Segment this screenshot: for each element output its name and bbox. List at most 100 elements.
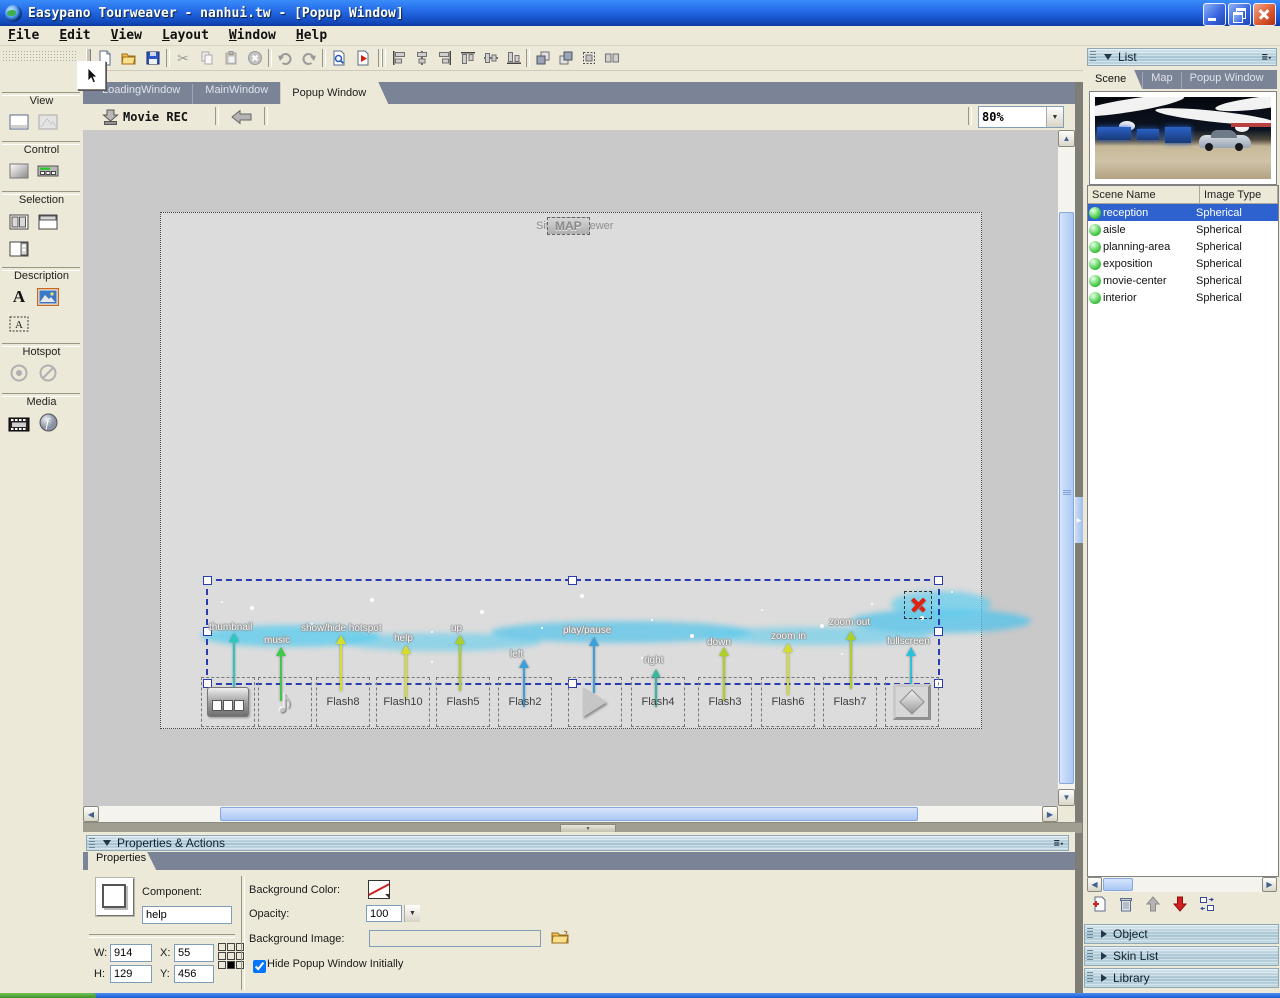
flash2-component-button[interactable]: Flash2 xyxy=(498,677,552,727)
site-map-element[interactable]: Site MAP viewer xyxy=(536,215,613,237)
reorder-scenes-icon[interactable] xyxy=(1197,895,1217,913)
menu-window[interactable]: Window xyxy=(229,28,276,43)
scroll-left-button[interactable]: ◀ xyxy=(83,806,99,822)
thumbnail-component-button[interactable] xyxy=(201,677,255,727)
move-up-icon[interactable] xyxy=(1143,895,1163,913)
scene-row-movie-center[interactable]: movie-center Spherical xyxy=(1088,272,1278,289)
properties-header[interactable]: Properties & Actions ≡▾ xyxy=(86,835,1069,851)
taskbar[interactable] xyxy=(0,993,1280,998)
image-tool-icon[interactable] xyxy=(36,286,60,308)
scroll-right-button[interactable]: ▶ xyxy=(1042,806,1058,822)
hide-popup-checkbox[interactable] xyxy=(253,960,266,973)
scroll-down-button[interactable]: ▼ xyxy=(1058,789,1075,806)
browse-folder-icon[interactable] xyxy=(549,928,571,946)
movie-tool-icon[interactable] xyxy=(7,413,31,435)
label-zoom-out[interactable]: zoom out xyxy=(829,617,870,628)
hotspot-link-icon[interactable] xyxy=(36,362,60,384)
height-input[interactable] xyxy=(110,965,152,983)
select-area-icon[interactable] xyxy=(578,47,600,69)
movie-rec-button[interactable]: Movie REC xyxy=(96,107,194,127)
control-panel-tool-icon[interactable] xyxy=(7,160,31,182)
preview-icon[interactable] xyxy=(328,47,350,69)
menu-layout[interactable]: Layout xyxy=(162,28,209,43)
column-scene-name[interactable]: Scene Name xyxy=(1088,186,1200,204)
scene-scroll-left-button[interactable]: ◀ xyxy=(1087,877,1102,892)
tab-main-window[interactable]: MainWindow xyxy=(192,84,280,104)
copy-icon[interactable] xyxy=(196,47,218,69)
music-component-button[interactable]: ♪ xyxy=(258,677,312,727)
flash5-component-button[interactable]: Flash5 xyxy=(436,677,490,727)
fullscreen-component-button[interactable] xyxy=(885,677,939,727)
scene-row-exposition[interactable]: exposition Spherical xyxy=(1088,255,1278,272)
flash8-component-button[interactable]: Flash8 xyxy=(316,677,370,727)
column-image-type[interactable]: Image Type xyxy=(1200,186,1278,204)
scene-row-interior[interactable]: interior Spherical xyxy=(1088,289,1278,306)
align-right-icon[interactable] xyxy=(434,47,456,69)
scene-row-reception[interactable]: reception Spherical xyxy=(1088,204,1278,221)
panel-library[interactable]: Library xyxy=(1084,968,1279,988)
list-header[interactable]: List ≡▾ xyxy=(1087,48,1277,66)
y-input[interactable] xyxy=(174,965,214,983)
background-color-swatch[interactable] xyxy=(368,880,390,899)
view-window-tool-icon[interactable] xyxy=(7,111,31,133)
zoom-dropdown-arrow[interactable]: ▼ xyxy=(1046,107,1063,127)
selection-handle[interactable] xyxy=(568,576,577,585)
header-menu-icon[interactable]: ≡▾ xyxy=(1054,838,1064,849)
label-music[interactable]: music xyxy=(264,635,290,646)
label-help[interactable]: help xyxy=(394,633,413,644)
scene-list-scrollbar[interactable]: ◀ ▶ xyxy=(1087,877,1277,892)
paste-icon[interactable] xyxy=(220,47,242,69)
x-input[interactable] xyxy=(174,944,214,962)
restore-button[interactable] xyxy=(1228,3,1251,26)
width-input[interactable] xyxy=(110,944,152,962)
flash3-component-button[interactable]: Flash3 xyxy=(698,677,752,727)
selection-combo-tool-icon[interactable] xyxy=(36,211,60,233)
selection-handle[interactable] xyxy=(203,576,212,585)
redo-icon[interactable] xyxy=(298,47,320,69)
close-button[interactable] xyxy=(1253,3,1276,26)
delete-scene-icon[interactable] xyxy=(1116,895,1136,913)
cut-icon[interactable]: ✂ xyxy=(172,47,194,69)
list-collapse-arrow-icon[interactable] xyxy=(1104,54,1112,60)
align-left-icon[interactable] xyxy=(388,47,410,69)
close-x-component[interactable] xyxy=(904,591,932,619)
collapse-arrow-icon[interactable] xyxy=(103,840,111,846)
selection-thumbnail-tool-icon[interactable] xyxy=(7,211,31,233)
label-play-pause[interactable]: play/pause xyxy=(563,625,611,636)
align-bottom-icon[interactable] xyxy=(503,47,525,69)
opacity-dropdown-arrow[interactable]: ▼ xyxy=(404,905,420,922)
label-fullscreen[interactable]: fullscreen xyxy=(887,636,930,647)
zoom-level-input[interactable] xyxy=(979,107,1046,127)
popup-window-stage[interactable]: Site MAP viewer xyxy=(160,212,982,729)
same-size-icon[interactable] xyxy=(601,47,623,69)
delete-icon[interactable] xyxy=(244,47,266,69)
label-zoom-in[interactable]: zoom in xyxy=(771,631,806,642)
header-grip[interactable] xyxy=(89,838,95,848)
hotspot-target-icon[interactable] xyxy=(7,362,31,384)
design-canvas[interactable]: Site MAP viewer xyxy=(83,130,1058,806)
textarea-tool-icon[interactable]: A xyxy=(7,313,31,335)
save-icon[interactable] xyxy=(142,47,164,69)
label-right[interactable]: right xyxy=(644,655,663,666)
menu-file[interactable]: File xyxy=(8,28,39,43)
zoom-level-combobox[interactable]: ▼ xyxy=(978,106,1064,128)
label-up[interactable]: up xyxy=(451,623,462,634)
menu-edit[interactable]: Edit xyxy=(59,28,90,43)
flash6-component-button[interactable]: Flash6 xyxy=(761,677,815,727)
flash7-component-button[interactable]: Flash7 xyxy=(823,677,877,727)
select-tool-button[interactable] xyxy=(77,61,106,90)
canvas-vertical-scrollbar[interactable]: ▲ ▼ xyxy=(1058,130,1075,806)
vertical-scroll-thumb[interactable] xyxy=(1059,212,1074,784)
label-show-hide-hotspot[interactable]: show/hide hotspot xyxy=(301,623,382,634)
flash4-component-button[interactable]: Flash4 xyxy=(631,677,685,727)
play-component-button[interactable] xyxy=(568,677,622,727)
view-image-tool-icon[interactable] xyxy=(36,111,60,133)
back-arrow-button[interactable] xyxy=(226,107,258,127)
canvas-horizontal-scrollbar[interactable]: ◀ ▶ xyxy=(83,806,1058,822)
selection-handle[interactable] xyxy=(934,627,943,636)
scene-row-planning-area[interactable]: planning-area Spherical xyxy=(1088,238,1278,255)
panel-skin-list[interactable]: Skin List xyxy=(1084,946,1279,966)
tab-map[interactable]: Map xyxy=(1142,72,1180,89)
panel-object[interactable]: Object xyxy=(1084,924,1279,944)
align-middle-icon[interactable] xyxy=(480,47,502,69)
